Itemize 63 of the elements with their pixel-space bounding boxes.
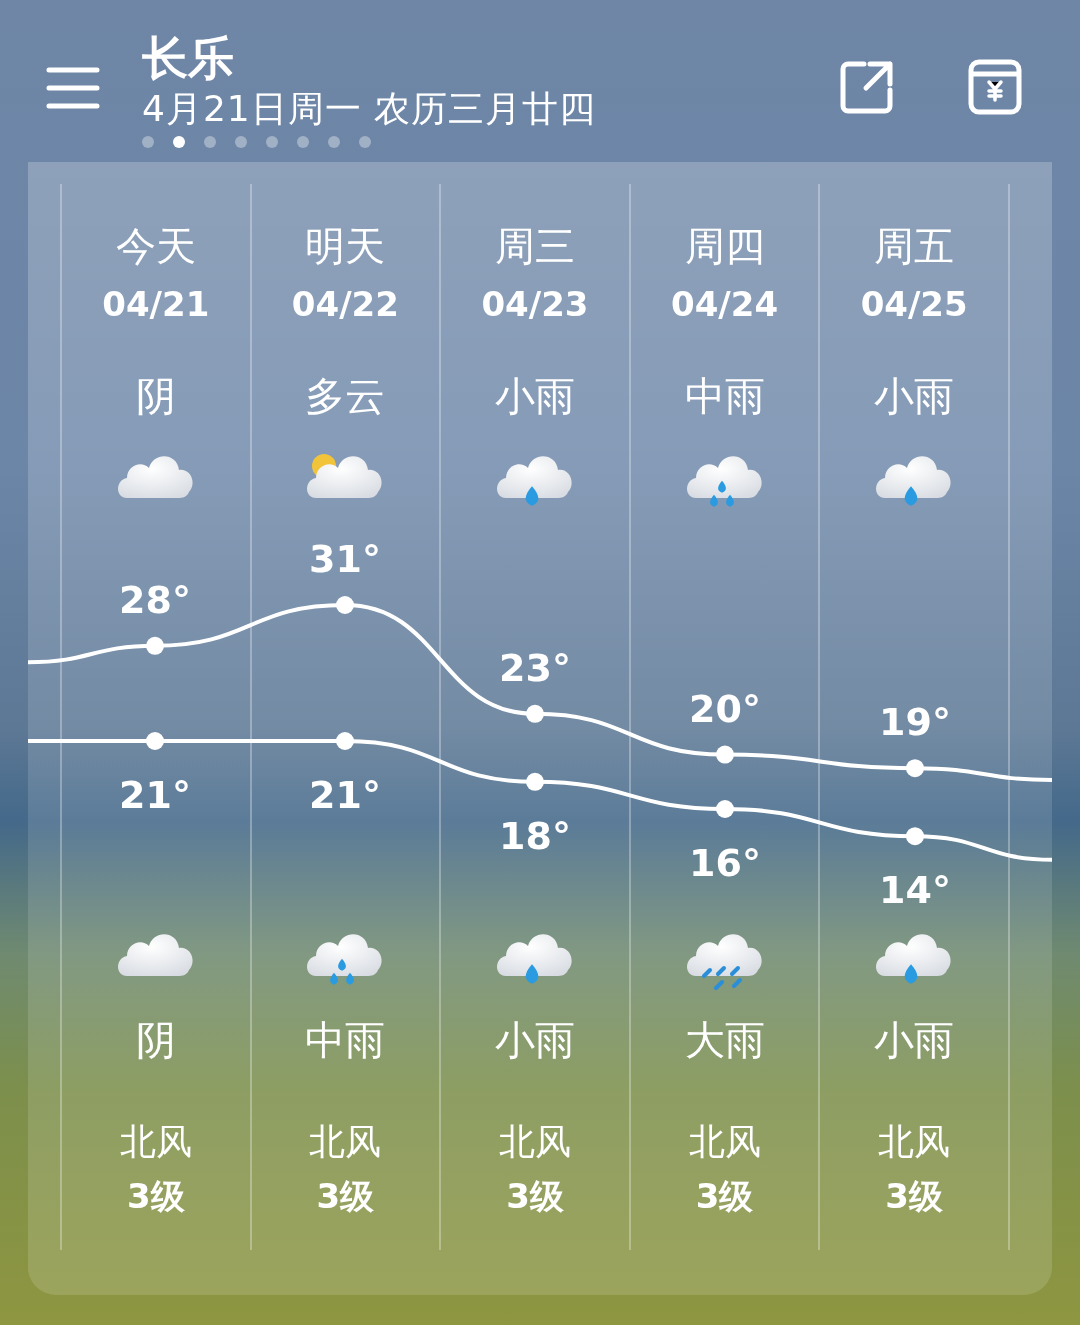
wind-direction: 北风 (499, 1120, 571, 1164)
day-condition: 多云 (305, 372, 386, 420)
high-temperature: 28° (118, 577, 192, 622)
high-temperature: 23° (498, 645, 572, 690)
wind-direction: 北风 (878, 1120, 951, 1164)
menu-icon[interactable] (46, 66, 100, 110)
low-temperature: 14° (878, 868, 952, 913)
night-condition: 小雨 (495, 1016, 575, 1064)
day-condition: 小雨 (874, 372, 955, 420)
day-date: 04/24 (671, 284, 779, 324)
page-dot[interactable] (173, 136, 185, 148)
temperature-point (906, 759, 924, 778)
wind-level: 3级 (316, 1176, 375, 1216)
share-icon[interactable] (838, 58, 896, 116)
temperature-point (336, 596, 354, 614)
temperature-point (716, 745, 734, 764)
temperature-point (146, 732, 164, 750)
wind-level: 3级 (885, 1176, 943, 1216)
low-temperature: 18° (498, 813, 572, 858)
night-condition: 中雨 (305, 1016, 386, 1064)
city-name: 长乐 (142, 30, 235, 86)
jar-icon[interactable] (966, 58, 1024, 116)
wind-direction: 北风 (688, 1120, 761, 1164)
day-date: 04/21 (102, 284, 210, 324)
page-dot[interactable] (328, 136, 340, 148)
high-temperature: 31° (308, 537, 382, 581)
day-name: 周四 (684, 222, 765, 270)
date-text: 4月21日周一 农历三月廿四 (142, 87, 598, 131)
page-dot[interactable] (266, 136, 278, 148)
temperature-point (146, 636, 164, 655)
day-date: 04/22 (291, 284, 399, 324)
day-date: 04/25 (860, 284, 968, 324)
page-dot[interactable] (204, 136, 216, 148)
wind-direction: 北风 (309, 1120, 382, 1164)
day-condition: 阴 (135, 372, 176, 420)
night-condition: 大雨 (684, 1016, 765, 1064)
day-condition: 小雨 (495, 372, 575, 420)
temperature-point (526, 772, 544, 791)
low-temperature: 21° (118, 773, 192, 817)
day-date: 04/23 (481, 284, 589, 324)
night-condition: 小雨 (874, 1016, 955, 1064)
wind-level: 3级 (695, 1176, 754, 1216)
high-temperature: 19° (878, 700, 952, 745)
night-condition: 阴 (135, 1016, 176, 1064)
high-temperature: 20° (688, 686, 762, 731)
day-name: 周三 (495, 222, 575, 270)
day-condition: 中雨 (684, 372, 765, 420)
low-temperature: 21° (308, 773, 382, 817)
low-temperature: 16° (688, 841, 762, 885)
temperature-point (526, 704, 544, 723)
wind-level: 3级 (126, 1176, 185, 1216)
page-dot[interactable] (297, 136, 309, 148)
day-name: 今天 (115, 222, 196, 270)
page-dot[interactable] (359, 136, 371, 148)
day-name: 明天 (305, 222, 386, 270)
temperature-point (336, 732, 354, 750)
temperature-point (716, 800, 734, 818)
wind-direction: 北风 (119, 1120, 192, 1164)
temperature-point (906, 827, 924, 846)
wind-level: 3级 (506, 1176, 564, 1216)
page-dot[interactable] (142, 136, 154, 148)
day-name: 周五 (874, 222, 955, 270)
page-dot[interactable] (235, 136, 247, 148)
